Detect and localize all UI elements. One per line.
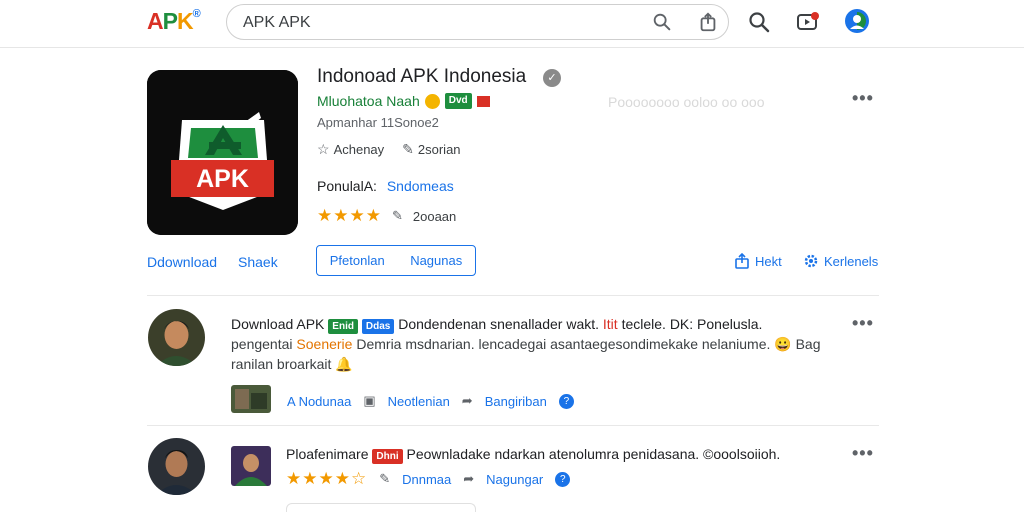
developer-name[interactable]: Mluohatoa Naah [317, 93, 420, 109]
site-logo[interactable]: APK® [147, 8, 201, 35]
avatar[interactable] [148, 438, 205, 495]
video-icon[interactable] [796, 10, 820, 34]
rating-row: ★★★★ ✎ 2ooaan [317, 206, 456, 226]
comment-text: Dondendenan snenallader wakt. [398, 316, 603, 332]
popular-row: PonulalA: Sndomeas [317, 178, 454, 194]
user-avatar-icon [148, 309, 205, 366]
comment-line-3: ranilan broarkait 🔔 [231, 356, 353, 372]
faded-text: Poooooooo ooloo oo ooo [608, 94, 765, 110]
share-icon[interactable] [697, 11, 719, 33]
comment-action-1[interactable]: Dnnmaa [402, 472, 451, 487]
comment-icon: ✎ [379, 471, 391, 486]
search-input[interactable] [243, 13, 623, 33]
account-icon[interactable] [844, 8, 870, 34]
comment-icon: ✎ [402, 141, 414, 157]
comment-highlight: Itit [602, 316, 618, 332]
comment-line-2: pengentai Soenerie Demria msdnarian. len… [231, 336, 821, 352]
app-date: Apmanhar 11Sonoe2 [317, 115, 439, 130]
divider [147, 425, 879, 426]
comment-line-1: Download APK Enid Ddas Dondendenan snena… [231, 316, 763, 334]
share-icon [735, 253, 749, 269]
comment-action-1[interactable]: A Nodunaa [287, 394, 351, 409]
star-rating-icon: ★★★★ [317, 206, 382, 225]
star-rating-icon: ★★★★☆ [286, 469, 368, 488]
info-icon[interactable]: ? [555, 471, 571, 487]
comment-action-3[interactable]: Bangiriban [485, 394, 547, 409]
more-options-icon[interactable]: ••• [852, 88, 874, 109]
apk-logo-icon: APK [147, 70, 298, 235]
avatar[interactable] [148, 309, 205, 366]
app-store-page: APK® APK Indonoad APK Indonesia ✓ Mluoha… [0, 0, 1024, 512]
comment-actions: A Nodunaa ▣ Neotlenian ➦ Bangiriban ? [287, 393, 574, 409]
like-icon: ☆ [317, 141, 330, 157]
popular-label: PonulalA: [317, 178, 377, 194]
flag-icon [476, 95, 490, 107]
emoji-icon [424, 93, 440, 109]
popular-value[interactable]: Sndomeas [387, 178, 454, 194]
search-icon[interactable] [651, 11, 673, 33]
comment-highlight: Soenerie [296, 336, 353, 352]
outline-button-group: Pfetonlan Nagunas [316, 245, 476, 276]
app-icon: APK [147, 70, 298, 235]
navigate-button[interactable]: Nagunas [410, 253, 462, 268]
rating-count-icon: ✎ [391, 208, 403, 223]
more-options-icon[interactable]: ••• [852, 443, 874, 464]
divider [147, 295, 879, 296]
comment-actions: ★★★★☆ ✎ Dnnmaa ➦ Nagungar ? [286, 469, 571, 489]
next-card-hint [286, 503, 476, 512]
verified-icon: ✓ [543, 69, 561, 87]
share-link[interactable]: Shaek [238, 254, 278, 270]
search-box [226, 4, 729, 40]
comment-badge: Ddas [361, 319, 395, 334]
stat-comments: ✎ 2sorian [402, 141, 461, 157]
search-icon[interactable] [747, 10, 771, 34]
comment-thumbnail[interactable] [231, 385, 271, 413]
more-options-icon[interactable]: ••• [852, 313, 874, 334]
developer-row: Mluohatoa Naah Dvd [317, 91, 490, 111]
comment-text: teclele. DK: Ponelusla. [617, 316, 763, 332]
preview-button[interactable]: Pfetonlan [330, 253, 385, 268]
comment-badge: Enid [328, 319, 358, 334]
app-stats: ☆ Achenay ✎ 2sorian [317, 141, 461, 158]
app-title: Indonoad APK Indonesia [317, 66, 527, 87]
comment-action-2[interactable]: Nagungar [486, 472, 543, 487]
comment-author[interactable]: Ploafenimare [286, 446, 369, 462]
reply-icon: ➦ [463, 471, 475, 486]
thumbnail-image-icon [231, 446, 271, 486]
thumbnail-image-icon [231, 385, 271, 413]
reply-icon: ➦ [461, 393, 473, 408]
stat-like: ☆ Achenay [317, 141, 385, 157]
comment-action-2[interactable]: Neotlenian [388, 394, 450, 409]
hekt-link[interactable]: Hekt [734, 253, 782, 269]
rating-count: 2ooaan [412, 208, 457, 224]
info-icon[interactable]: ? [558, 393, 574, 409]
developer-badge: Dvd [444, 93, 472, 109]
download-link[interactable]: Ddownload [147, 254, 217, 270]
app-icon-label: APK [196, 165, 249, 193]
gear-icon [804, 254, 818, 268]
comment-text: Peownladake ndarkan atenolumra penidasan… [406, 446, 781, 462]
comment-thumbnail[interactable] [231, 446, 271, 486]
user-avatar-icon [148, 438, 205, 495]
comment-line-1: Ploafenimare Dhni Peownladake ndarkan at… [286, 446, 781, 464]
top-bar: APK® [0, 0, 1024, 48]
kerlenels-link[interactable]: Kerlenels [803, 253, 878, 269]
comment-author[interactable]: Download APK [231, 316, 324, 332]
comment-badge: Dhni [372, 449, 403, 464]
bookmark-icon: ▣ [363, 393, 376, 408]
